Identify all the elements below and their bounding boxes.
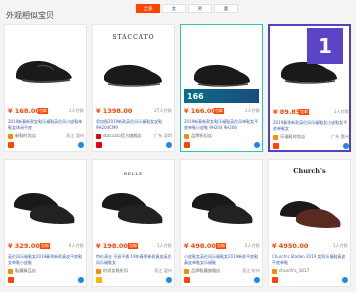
- product-title-link[interactable]: 思加图2019新款英伦风乐福鞋女皮鞋9H204CM9: [96, 119, 172, 131]
- free-shipping-badge: 包邮: [216, 243, 226, 249]
- shop-icon: [96, 269, 101, 274]
- shop-name[interactable]: 乐福鞋时尚店: [280, 134, 305, 140]
- tmall-icon: [184, 277, 190, 283]
- shop-name[interactable]: staccato官方旗舰店: [103, 133, 142, 139]
- shop-name[interactable]: 品牌鞋履旗舰店: [191, 268, 220, 274]
- promo-price: 166: [187, 92, 204, 101]
- product-image[interactable]: STACCATO: [96, 28, 171, 103]
- shop-name[interactable]: church's_1017: [279, 268, 309, 273]
- chat-icon[interactable]: [343, 143, 349, 149]
- sales-count: 1人付款: [333, 109, 349, 114]
- promo-banner: 166: [184, 89, 259, 103]
- tmall-icon: [184, 142, 190, 148]
- location: 广东 惠州: [330, 134, 349, 139]
- price: ¥ 4950.00: [272, 242, 309, 250]
- loafer-shoe-image: [16, 60, 72, 83]
- location: 浙江 杭州: [241, 268, 260, 273]
- loafer-shoe-image: [280, 201, 341, 228]
- price: ¥ 498.00: [184, 242, 216, 250]
- tmall-icon: [8, 142, 14, 148]
- product-card[interactable]: ¥ 498.00 包邮 5人付款 小皮鞋女英伦风乐福鞋女2019新款平底鞋真皮单…: [180, 159, 263, 287]
- crown-icon: [96, 277, 102, 283]
- loafer-shoe-image: [14, 193, 75, 224]
- price: ¥ 329.00: [8, 242, 40, 250]
- price: ¥ 89.85: [273, 108, 301, 116]
- product-image[interactable]: [8, 28, 83, 103]
- product-image[interactable]: 166: [184, 28, 259, 103]
- product-title-link[interactable]: 2019新春新款女鞋乐福鞋英伦风单鞋女平底单鞋小皮鞋 9H204 9H206: [184, 119, 260, 131]
- shop-icon: [8, 269, 13, 274]
- tab-kids[interactable]: 童: [214, 4, 238, 13]
- shop-name[interactable]: 时尚女鞋折扣: [103, 268, 128, 274]
- chat-icon[interactable]: [254, 142, 260, 148]
- tmall-icon: [273, 143, 279, 149]
- chat-icon[interactable]: [166, 142, 172, 148]
- product-title-link[interactable]: 小皮鞋女英伦风乐福鞋女2019新款平底鞋真皮单鞋女乐福鞋: [184, 254, 260, 266]
- product-title-link[interactable]: 英伦风乐福鞋女2019春季新款真皮平底鞋女单鞋小皮鞋: [8, 254, 84, 266]
- tab-women[interactable]: 女: [162, 4, 186, 13]
- product-card[interactable]: STACCATO ¥ 1398.00 27人付款 思加图2019新款英伦风乐福鞋…: [92, 24, 175, 152]
- shop-name[interactable]: 品牌折扣店: [191, 133, 212, 139]
- free-shipping-badge: 包邮: [214, 108, 224, 114]
- free-shipping-badge: 包邮: [40, 243, 50, 249]
- sales-count: 1人付款: [332, 243, 348, 248]
- product-title-link[interactable]: 2019新春新款女鞋乐福鞋英伦风小皮鞋单鞋女休闲平底: [8, 119, 84, 131]
- tab-all[interactable]: 全部: [136, 4, 160, 13]
- shop-name[interactable]: 新鞋时尚店: [15, 133, 36, 139]
- loafer-shoe-image: [104, 64, 162, 87]
- shop-icon: [273, 135, 278, 140]
- product-card[interactable]: 166 ¥ 166.00 包邮 1人付款 2019新春新款女鞋乐福鞋英伦风单鞋女…: [180, 24, 263, 152]
- location: 广东 深圳: [153, 133, 172, 138]
- free-shipping-badge: 包邮: [38, 108, 48, 114]
- chat-icon[interactable]: [342, 277, 348, 283]
- loafer-shoe-image: [102, 193, 163, 224]
- free-shipping-badge: 包邮: [128, 243, 138, 249]
- location: 浙江 温州: [65, 133, 84, 138]
- header: 外观相似宝贝 全部 女 男 童: [0, 0, 356, 26]
- product-title-link[interactable]: Church's Staden 2019 女款乐福鞋真皮平底单鞋: [272, 254, 348, 266]
- shop-icon: [184, 269, 189, 274]
- shop-icon: [272, 269, 277, 274]
- product-card[interactable]: ¥ 329.00 包邮 6人付款 英伦风乐福鞋女2019春季新款真皮平底鞋女单鞋…: [4, 159, 87, 287]
- shop-name[interactable]: 鞋履精品店: [15, 268, 36, 274]
- price: ¥ 168.00: [8, 107, 40, 115]
- price: ¥ 198.00: [96, 242, 128, 250]
- sales-count: 6人付款: [68, 243, 84, 248]
- sales-count: 5人付款: [244, 243, 260, 248]
- page-title: 外观相似宝贝: [6, 11, 54, 20]
- free-shipping-badge: 包邮: [299, 109, 309, 115]
- tab-men[interactable]: 男: [188, 4, 212, 13]
- location: 浙江 温州: [153, 268, 172, 273]
- sales-count: 1人付款: [68, 108, 84, 113]
- loafer-shoe-image: [192, 193, 253, 224]
- product-image[interactable]: [8, 163, 83, 238]
- price: ¥ 166.00: [184, 107, 216, 115]
- product-card[interactable]: BELLE ¥ 198.00 包邮 1人付款 特价清仓 不退不换 19年春季新款…: [92, 159, 175, 287]
- chat-icon[interactable]: [78, 142, 84, 148]
- tmall-icon: [96, 142, 102, 148]
- product-card[interactable]: Church's ¥ 4950.00 1人付款 Church's Staden …: [268, 159, 351, 287]
- price: ¥ 1398.00: [96, 107, 133, 115]
- chat-icon[interactable]: [166, 277, 172, 283]
- product-image[interactable]: [184, 163, 259, 238]
- product-image[interactable]: BELLE: [96, 163, 171, 238]
- product-card[interactable]: ¥ 168.00 包邮 1人付款 2019新春新款女鞋乐福鞋英伦风小皮鞋单鞋女休…: [4, 24, 87, 152]
- shop-icon: [8, 134, 13, 139]
- tmall-icon: [272, 277, 278, 283]
- shop-icon: [96, 134, 101, 139]
- rank-badge: 1: [307, 28, 343, 64]
- sales-count: 1人付款: [156, 243, 172, 248]
- chat-icon[interactable]: [78, 277, 84, 283]
- tmall-icon: [8, 277, 14, 283]
- product-image[interactable]: Church's: [272, 163, 347, 238]
- product-title-link[interactable]: 2019春季新款英伦风乐福鞋女小皮鞋女平底单鞋女: [273, 120, 349, 132]
- sales-count: 1人付款: [244, 108, 260, 113]
- product-title-link[interactable]: 特价清仓 不退不换 19年春季新款真皮英伦风乐福鞋女: [96, 254, 172, 266]
- gender-tabs: 全部 女 男 童: [136, 4, 240, 13]
- shop-icon: [184, 134, 189, 139]
- chat-icon[interactable]: [254, 277, 260, 283]
- sales-count: 27人付款: [154, 108, 172, 113]
